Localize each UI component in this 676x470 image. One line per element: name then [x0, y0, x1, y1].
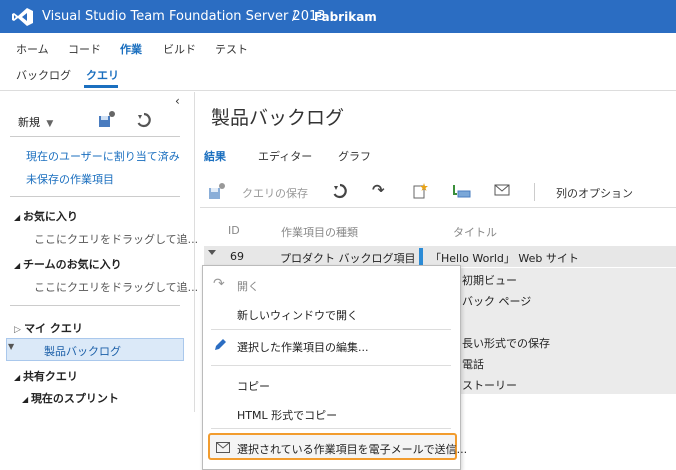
team-favorites-header-label: チームのお気に入り — [22, 258, 122, 271]
my-queries-header[interactable]: ▷ マイ クエリ — [14, 320, 83, 336]
column-header-type[interactable]: 作業項目の種類 — [281, 224, 358, 240]
nav-work[interactable]: 作業 — [120, 41, 142, 57]
current-sprint-folder[interactable]: ◢ 現在のスプリント — [22, 390, 119, 406]
new-query-label: 新規 — [18, 116, 40, 129]
shared-queries-header-label: 共有クエリ — [22, 370, 78, 383]
divider — [10, 305, 180, 306]
pencil-icon — [213, 338, 227, 355]
menu-item-open[interactable]: 開く — [237, 278, 259, 294]
favorites-header-label: お気に入り — [22, 210, 78, 223]
row-title: ストーリー — [462, 379, 517, 392]
link-to-item-icon[interactable] — [452, 183, 472, 202]
menu-item-edit-selected[interactable]: 選択した作業項目の編集... — [237, 339, 369, 355]
page-title: 製品バックログ — [211, 107, 345, 129]
expanded-triangle-icon: ◢ — [14, 213, 23, 222]
menu-item-copy[interactable]: コピー — [237, 378, 270, 394]
expanded-triangle-icon: ◢ — [14, 261, 23, 270]
menu-divider — [211, 428, 451, 429]
divider — [10, 136, 180, 137]
expanded-triangle-icon: ▼ — [8, 342, 15, 351]
context-menu: ↷ 開く 新しいウィンドウで開く 選択した作業項目の編集... コピー HTML… — [202, 265, 467, 470]
row-title: 長い形式での保存 — [462, 337, 550, 350]
project-name[interactable]: Fabrikam — [314, 10, 377, 24]
menu-item-email-selected[interactable]: 選択されている作業項目を電子メールで送信... — [237, 441, 467, 457]
visual-studio-logo-icon[interactable] — [12, 7, 34, 27]
envelope-icon — [216, 442, 230, 456]
column-options-button[interactable]: 列のオプション — [556, 185, 633, 201]
save-query-icon[interactable] — [208, 182, 226, 203]
nav-home[interactable]: ホーム — [16, 41, 49, 57]
dropdown-caret-icon: ▼ — [43, 119, 54, 129]
menu-item-email-selected-highlight[interactable]: 選択されている作業項目を電子メールで送信... — [208, 433, 467, 460]
row-title: バック ページ — [462, 295, 532, 308]
menu-item-open-new-window[interactable]: 新しいウィンドウで開く — [237, 307, 358, 323]
current-sprint-label: 現在のスプリント — [30, 392, 119, 405]
favorites-header[interactable]: ◢ お気に入り — [14, 208, 78, 224]
subnav-queries[interactable]: クエリ — [86, 67, 119, 83]
team-favorites-header[interactable]: ◢ チームのお気に入り — [14, 256, 122, 272]
query-explorer-pane: ‹ 新規 ▼ 現在のユーザーに割り当て済み 未保存の作業項目 ◢ お気に入り こ… — [0, 92, 199, 412]
subnav-backlog[interactable]: バックログ — [16, 67, 71, 83]
active-tab-underline — [84, 85, 118, 88]
menu-divider — [211, 329, 451, 330]
expanded-triangle-icon: ◢ — [14, 373, 23, 382]
refresh-icon[interactable] — [332, 183, 348, 202]
work-item-color-bar — [419, 248, 423, 265]
menu-item-copy-html[interactable]: HTML 形式でコピー — [237, 407, 337, 423]
redo-arrow-icon[interactable]: ↷ — [372, 181, 385, 199]
shared-queries-header[interactable]: ◢ 共有クエリ — [14, 368, 78, 384]
new-query-button[interactable]: 新規 ▼ — [18, 114, 53, 130]
query-product-backlog[interactable]: 製品バックログ — [44, 343, 121, 359]
row-id: 69 — [230, 250, 244, 263]
open-arrow-icon: ↷ — [213, 276, 225, 292]
row-title: 「Hello World」 Web サイト — [430, 252, 579, 265]
favorites-drop-placeholder: ここにクエリをドラッグして追... — [34, 233, 199, 246]
row-title: 電話 — [462, 358, 484, 371]
column-header-id[interactable]: ID — [228, 224, 240, 237]
row-type: プロダクト バックログ項目 — [280, 252, 416, 265]
tab-editor[interactable]: エディター — [258, 148, 312, 164]
tab-results[interactable]: 結果 — [204, 148, 226, 164]
nav-test[interactable]: テスト — [215, 41, 248, 57]
menu-divider — [211, 365, 451, 366]
sub-nav: バックログ クエリ — [0, 63, 676, 91]
collapsed-triangle-icon: ▷ — [14, 325, 25, 335]
nav-build[interactable]: ビルド — [163, 41, 196, 57]
unsaved-work-items-link[interactable]: 未保存の作業項目 — [26, 171, 114, 187]
row-title: 初期ビュー — [462, 274, 517, 287]
results-toolbar: クエリの保存 ↷ 列のオプション — [200, 176, 676, 208]
title-bar: Visual Studio Team Foundation Server 201… — [0, 0, 676, 33]
breadcrumb-separator: / — [292, 9, 297, 24]
refresh-icon[interactable] — [136, 112, 152, 131]
expand-row-icon[interactable] — [208, 250, 216, 255]
new-linked-item-icon[interactable] — [412, 181, 430, 202]
save-queries-icon[interactable] — [98, 110, 116, 131]
main-nav: ホーム コード 作業 ビルド テスト — [0, 33, 676, 63]
my-queries-header-label: マイ クエリ — [24, 322, 83, 335]
toolbar-divider — [534, 183, 535, 201]
save-query-button[interactable]: クエリの保存 — [242, 185, 308, 201]
collapse-pane-icon[interactable]: ‹ — [175, 94, 180, 108]
tab-chart[interactable]: グラフ — [338, 148, 371, 164]
divider — [10, 196, 180, 197]
nav-code[interactable]: コード — [68, 41, 101, 57]
app-title[interactable]: Visual Studio Team Foundation Server 201… — [42, 9, 326, 24]
assigned-to-me-link[interactable]: 現在のユーザーに割り当て済み — [26, 148, 180, 164]
column-header-title[interactable]: タイトル — [453, 224, 497, 240]
expanded-triangle-icon: ◢ — [22, 395, 31, 404]
team-favorites-drop-placeholder: ここにクエリをドラッグして追... — [34, 281, 199, 294]
email-icon[interactable] — [494, 183, 510, 200]
